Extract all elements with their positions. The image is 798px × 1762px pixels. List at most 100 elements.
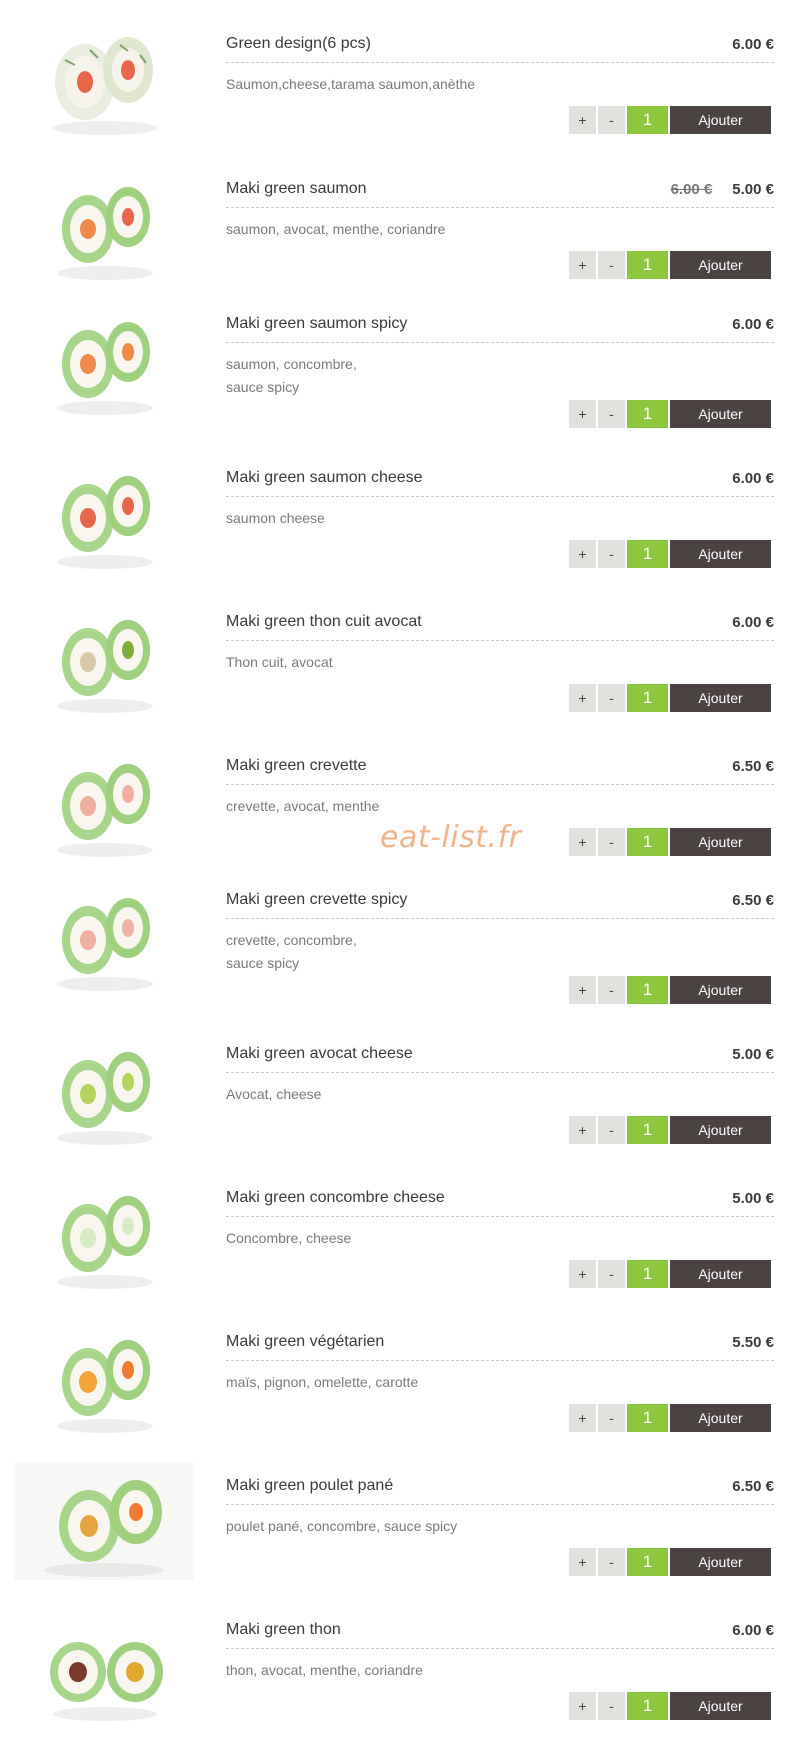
add-to-cart-button[interactable]: Ajouter [670, 1692, 771, 1720]
add-to-cart-button[interactable]: Ajouter [670, 828, 771, 856]
add-to-cart-button[interactable]: Ajouter [670, 1260, 771, 1288]
divider [226, 1072, 774, 1073]
increase-qty-button[interactable]: + [569, 1548, 596, 1576]
decrease-qty-button[interactable]: - [598, 1404, 625, 1432]
item-description: crevette, concombre, sauce spicy [226, 929, 606, 975]
order-controls: + - 1 Ajouter [569, 1404, 771, 1432]
decrease-qty-button[interactable]: - [598, 106, 625, 134]
sushi-roll-image [40, 598, 170, 716]
decrease-qty-button[interactable]: - [598, 1260, 625, 1288]
item-title: Maki green concombre cheese [226, 1189, 445, 1206]
add-to-cart-button[interactable]: Ajouter [670, 400, 771, 428]
sushi-roll-image [40, 1318, 170, 1436]
price-group: 6.00 € [712, 316, 774, 333]
item-title: Maki green avocat cheese [226, 1045, 413, 1062]
sushi-roll-image [40, 742, 170, 860]
item-title: Maki green saumon spicy [226, 315, 408, 332]
item-title: Maki green crevette spicy [226, 891, 408, 908]
add-to-cart-button[interactable]: Ajouter [670, 1404, 771, 1432]
add-to-cart-button[interactable]: Ajouter [670, 976, 771, 1004]
order-controls: + - 1 Ajouter [569, 540, 771, 568]
quantity-field[interactable]: 1 [627, 251, 668, 279]
decrease-qty-button[interactable]: - [598, 1692, 625, 1720]
sushi-roll-image [14, 1462, 194, 1580]
quantity-field[interactable]: 1 [627, 976, 668, 1004]
add-to-cart-button[interactable]: Ajouter [670, 1548, 771, 1576]
item-description: thon, avocat, menthe, coriandre [226, 1659, 606, 1682]
quantity-field[interactable]: 1 [627, 400, 668, 428]
divider [226, 784, 774, 785]
order-controls: + - 1 Ajouter [569, 828, 771, 856]
decrease-qty-button[interactable]: - [598, 251, 625, 279]
decrease-qty-button[interactable]: - [598, 1116, 625, 1144]
order-controls: + - 1 Ajouter [569, 976, 771, 1004]
order-controls: + - 1 Ajouter [569, 251, 771, 279]
sushi-roll-image [40, 876, 170, 994]
order-controls: + - 1 Ajouter [569, 400, 771, 428]
decrease-qty-button[interactable]: - [598, 828, 625, 856]
increase-qty-button[interactable]: + [569, 400, 596, 428]
decrease-qty-button[interactable]: - [598, 1548, 625, 1576]
add-to-cart-button[interactable]: Ajouter [670, 684, 771, 712]
quantity-field[interactable]: 1 [627, 828, 668, 856]
menu-item: Green design(6 pcs) 6.00 € Saumon,cheese… [0, 0, 798, 140]
quantity-field[interactable]: 1 [627, 540, 668, 568]
decrease-qty-button[interactable]: - [598, 976, 625, 1004]
increase-qty-button[interactable]: + [569, 540, 596, 568]
watermark: eat-list.fr [380, 820, 522, 855]
menu-item: Maki green végétarien 5.50 € maïs, pigno… [0, 1298, 798, 1438]
description-line: thon, avocat, menthe, coriandre [226, 1662, 423, 1678]
menu-item: Maki green poulet pané 6.50 € poulet pan… [0, 1442, 798, 1582]
add-to-cart-button[interactable]: Ajouter [670, 251, 771, 279]
item-title: Maki green crevette [226, 757, 367, 774]
item-description: Concombre, cheese [226, 1227, 606, 1250]
order-controls: + - 1 Ajouter [569, 684, 771, 712]
item-description: maïs, pignon, omelette, carotte [226, 1371, 606, 1394]
description-line: Avocat, cheese [226, 1086, 322, 1102]
increase-qty-button[interactable]: + [569, 828, 596, 856]
price-group: 5.50 € [712, 1334, 774, 1351]
item-description: Avocat, cheese [226, 1083, 606, 1106]
price-group: 6.50 € [712, 892, 774, 909]
quantity-field[interactable]: 1 [627, 1116, 668, 1144]
menu-item: Maki green thon 6.00 € thon, avocat, men… [0, 1586, 798, 1726]
increase-qty-button[interactable]: + [569, 684, 596, 712]
item-description: saumon cheese [226, 507, 606, 530]
increase-qty-button[interactable]: + [569, 1404, 596, 1432]
price: 6.00 € [732, 36, 774, 53]
add-to-cart-button[interactable]: Ajouter [670, 540, 771, 568]
price-group: 6.50 € [712, 1478, 774, 1495]
quantity-field[interactable]: 1 [627, 1692, 668, 1720]
decrease-qty-button[interactable]: - [598, 400, 625, 428]
menu-item: Maki green concombre cheese 5.00 € Conco… [0, 1154, 798, 1294]
quantity-field[interactable]: 1 [627, 106, 668, 134]
sushi-roll-image [40, 454, 170, 572]
item-description: crevette, avocat, menthe [226, 795, 606, 818]
quantity-field[interactable]: 1 [627, 1260, 668, 1288]
quantity-field[interactable]: 1 [627, 1404, 668, 1432]
add-to-cart-button[interactable]: Ajouter [670, 106, 771, 134]
price: 6.00 € [732, 316, 774, 333]
increase-qty-button[interactable]: + [569, 1260, 596, 1288]
add-to-cart-button[interactable]: Ajouter [670, 1116, 771, 1144]
increase-qty-button[interactable]: + [569, 976, 596, 1004]
increase-qty-button[interactable]: + [569, 106, 596, 134]
price-group: 6.50 € [712, 758, 774, 775]
divider [226, 1648, 774, 1649]
increase-qty-button[interactable]: + [569, 1116, 596, 1144]
decrease-qty-button[interactable]: - [598, 540, 625, 568]
increase-qty-button[interactable]: + [569, 1692, 596, 1720]
price: 6.50 € [732, 758, 774, 775]
price: 6.00 € [732, 614, 774, 631]
quantity-field[interactable]: 1 [627, 1548, 668, 1576]
increase-qty-button[interactable]: + [569, 251, 596, 279]
price: 5.50 € [732, 1334, 774, 1351]
order-controls: + - 1 Ajouter [569, 1260, 771, 1288]
decrease-qty-button[interactable]: - [598, 684, 625, 712]
price-group: 5.00 € [712, 1190, 774, 1207]
quantity-field[interactable]: 1 [627, 684, 668, 712]
sushi-roll-image [40, 20, 170, 138]
menu-item: Maki green saumon spicy 6.00 € saumon, c… [0, 280, 798, 428]
price-group: 6.00 € 5.00 € [671, 181, 774, 198]
description-line: maïs, pignon, omelette, carotte [226, 1374, 419, 1390]
